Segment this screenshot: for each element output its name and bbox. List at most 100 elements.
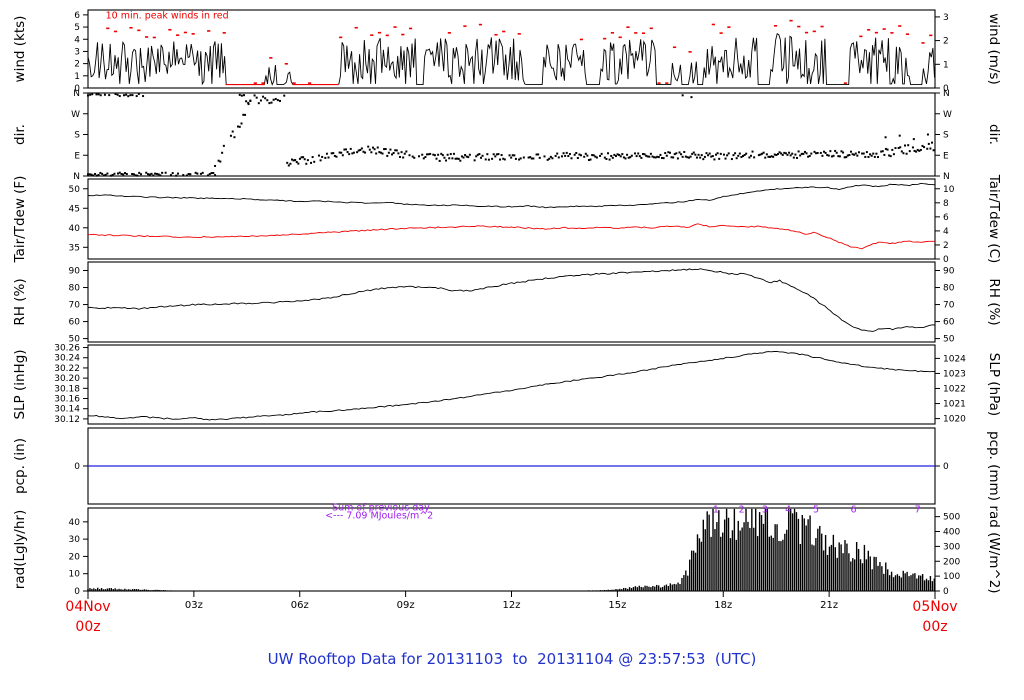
- dir-dot: [494, 155, 497, 158]
- x-axis: 03z 06z 09z 12z 15z 18z 21z 04Nov 00z 05Nov 00z: [65, 591, 958, 635]
- dir-dot: [189, 173, 192, 176]
- dir-dot: [242, 94, 245, 97]
- x-tick-label: 03z: [185, 600, 203, 611]
- y-tick-label-left: 0: [74, 587, 80, 597]
- dir-dot: [857, 151, 860, 154]
- dir-dot: [135, 95, 138, 98]
- y-tick-label-left: 45: [69, 204, 80, 214]
- dir-dot: [635, 155, 638, 158]
- dir-dot: [255, 96, 258, 99]
- dir-dot: [567, 155, 570, 158]
- peak-wind-dot: [152, 36, 156, 39]
- dir-dot: [303, 158, 306, 161]
- dir-dot: [313, 160, 316, 163]
- dir-dot: [668, 151, 671, 154]
- dir-dot: [734, 152, 737, 155]
- peak-wind-dot: [859, 35, 863, 38]
- dir-dot: [514, 157, 517, 160]
- y-tick-label-right: 1023: [943, 369, 966, 379]
- dir-dot: [619, 155, 622, 158]
- dir-dot: [352, 151, 355, 154]
- dir-dot: [99, 171, 102, 174]
- dir-dot: [907, 144, 910, 147]
- dir-dot: [231, 130, 234, 133]
- dir-dot: [438, 159, 441, 162]
- dir-dot: [286, 161, 289, 164]
- y-tick-label-left: 35: [69, 243, 80, 253]
- dir-dot: [927, 142, 930, 145]
- y-tick-label-left: 6: [74, 11, 80, 21]
- dir-dot: [297, 162, 300, 165]
- dir-dot: [319, 159, 322, 162]
- dir-dot: [321, 155, 324, 158]
- axis-title-right: pcp. (mm): [986, 431, 1002, 501]
- dir-dot: [161, 171, 164, 174]
- dir-dot: [562, 152, 565, 155]
- dir-dot: [138, 171, 141, 174]
- mj-milestone-label: 6: [850, 504, 856, 515]
- dir-dot: [697, 153, 700, 156]
- dir-dot: [900, 150, 903, 153]
- peak-wind-dot: [106, 27, 110, 30]
- peak-wind-dot: [867, 29, 871, 31]
- y-tick-label-right: 3: [943, 13, 949, 23]
- y-tick-label-right: 60: [943, 318, 955, 328]
- series-rh-line: [87, 268, 936, 332]
- dir-dot: [272, 98, 275, 101]
- dir-dot: [210, 172, 213, 175]
- dir-dot: [418, 155, 421, 158]
- peak-wind-dot: [634, 32, 638, 34]
- dir-dot: [797, 150, 800, 153]
- dir-dot: [262, 95, 265, 98]
- dir-dot: [675, 152, 678, 155]
- dir-dot: [176, 172, 179, 175]
- dir-dot: [873, 155, 876, 158]
- dir-dot: [614, 155, 617, 158]
- dir-dot: [586, 154, 589, 157]
- dir-dot: [932, 149, 935, 152]
- peak-wind-dot: [688, 51, 692, 53]
- dir-dot: [157, 173, 160, 176]
- dir-dot: [360, 147, 363, 150]
- dir-dot: [560, 155, 563, 158]
- dir-dot: [810, 152, 813, 155]
- dir-dot: [835, 151, 838, 154]
- dir-dot: [152, 174, 155, 177]
- dir-dot: [751, 150, 754, 153]
- y-tick-label-right: 1022: [943, 384, 966, 394]
- dir-dot: [573, 153, 576, 156]
- dir-dot: [145, 171, 148, 174]
- y-tick-label-left: 2: [74, 60, 80, 70]
- dir-dot: [187, 173, 190, 176]
- dir-dot: [719, 152, 722, 155]
- dir-dot: [664, 152, 667, 155]
- peak-wind-dot: [478, 23, 483, 26]
- dir-dot: [276, 99, 279, 102]
- dir-dot: [848, 153, 851, 156]
- dir-dot: [199, 172, 202, 175]
- dir-dot: [575, 151, 578, 154]
- dir-dot: [683, 150, 686, 153]
- dir-dot: [95, 93, 98, 96]
- dir-dot: [102, 174, 105, 177]
- peak-wind-dot: [502, 30, 506, 33]
- start-date-label: 04Nov: [65, 599, 110, 615]
- dir-dot: [753, 156, 756, 159]
- mj-milestone-label: 2: [739, 504, 745, 515]
- dir-dot: [101, 172, 104, 175]
- dir-dot: [522, 156, 525, 159]
- dir-dot: [875, 152, 878, 155]
- dir-dot: [624, 157, 627, 160]
- peak-wind-dot: [921, 42, 925, 44]
- dir-dot: [872, 152, 875, 155]
- dir-dot: [206, 174, 209, 177]
- peak-wind-dot: [183, 31, 188, 34]
- dir-dot: [499, 158, 502, 161]
- dir-dot: [245, 100, 248, 103]
- dir-dot: [305, 162, 308, 165]
- dir-dot: [486, 153, 489, 156]
- dir-dot: [911, 146, 914, 149]
- panel-pcp: 0 0 pcp. (in) pcp. (mm): [12, 427, 1002, 505]
- y-tick-label-left: 30.24: [54, 354, 80, 364]
- dir-dot: [676, 157, 679, 160]
